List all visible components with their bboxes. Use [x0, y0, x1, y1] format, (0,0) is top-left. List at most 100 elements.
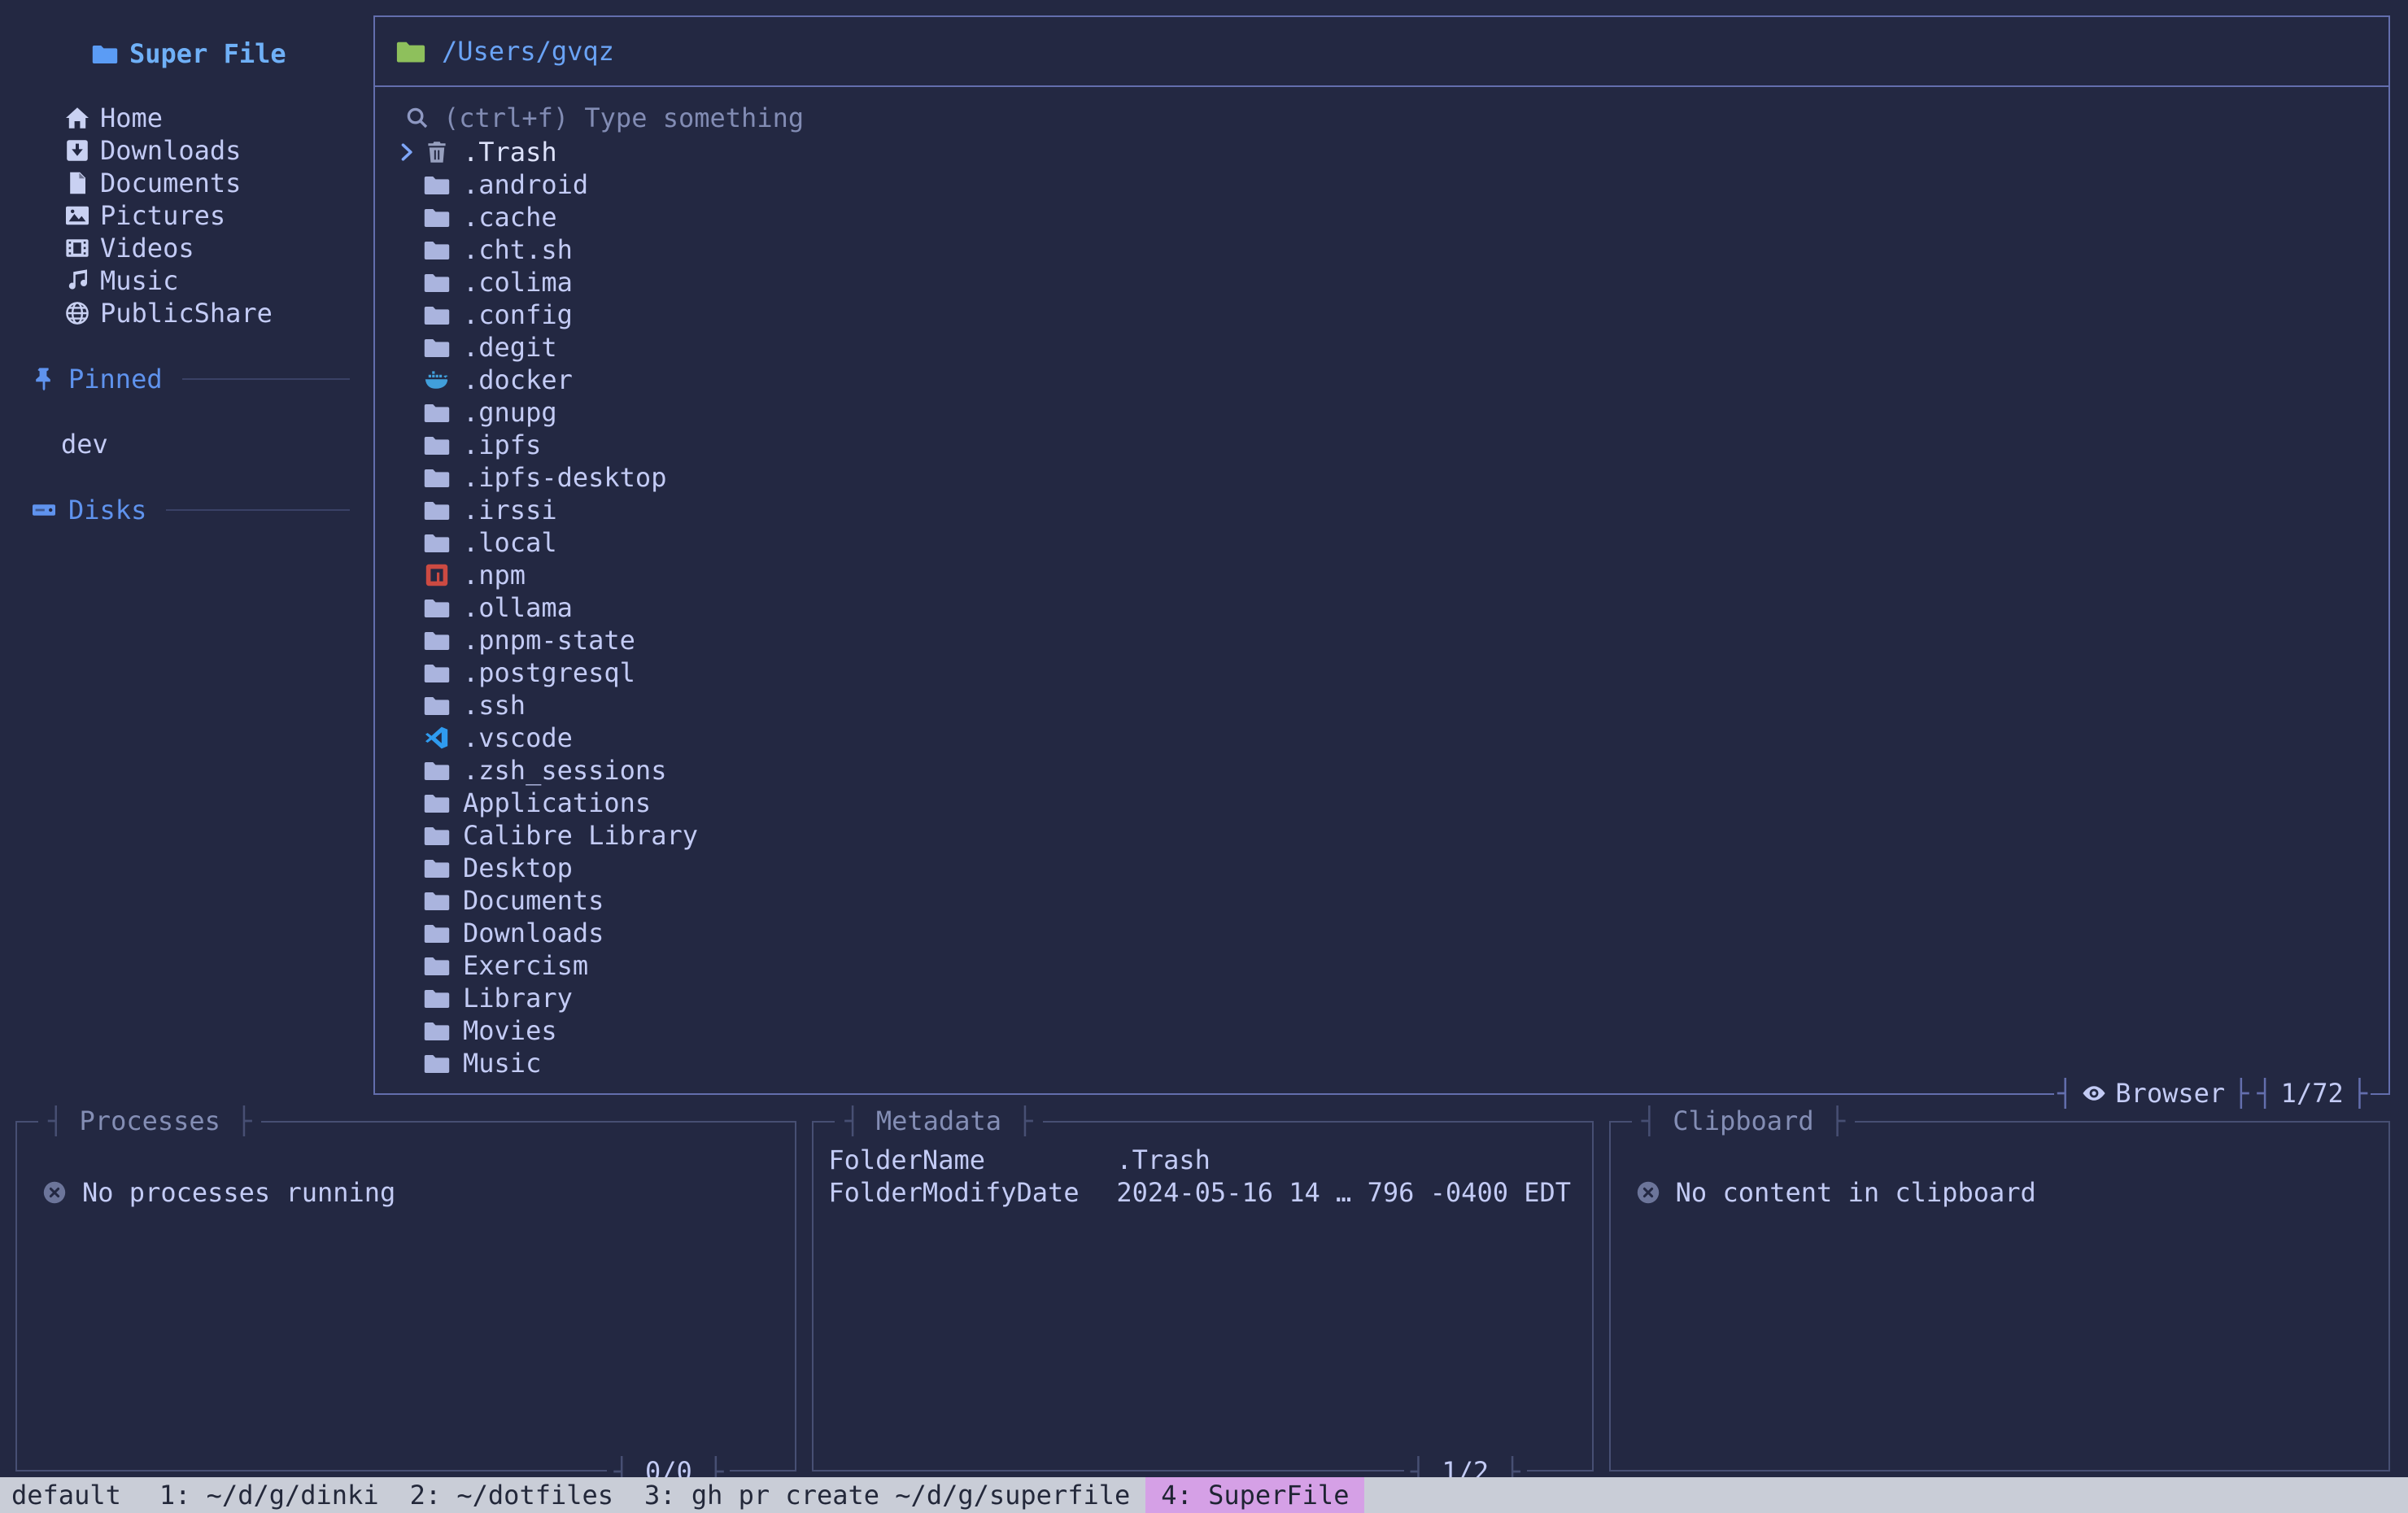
file-name: Library [463, 982, 573, 1014]
folder-icon [424, 920, 450, 946]
file-row-applications[interactable]: Applications [375, 787, 2388, 819]
section-header-disks: Disks [31, 494, 350, 526]
folder-icon [424, 204, 450, 230]
file-row-npm[interactable]: .npm [375, 559, 2388, 591]
circle-x-icon [41, 1179, 68, 1206]
file-name: .ipfs-desktop [463, 461, 666, 494]
file-name: Movies [463, 1014, 557, 1047]
file-name: .ssh [463, 689, 526, 722]
folder-icon [424, 237, 450, 263]
metadata-key: FolderName [828, 1144, 1116, 1176]
folder-icon [424, 985, 450, 1011]
panel-mode-footer: Browser 1/72 [2054, 1075, 2371, 1111]
file-row-local[interactable]: .local [375, 526, 2388, 559]
sidebar-item-home[interactable]: Home [31, 102, 350, 134]
clipboard-title: Clipboard [1632, 1105, 1855, 1137]
npm-icon [424, 562, 450, 588]
sidebar-section-pinned: Pinned dev [31, 363, 350, 460]
tmux-window-1-d-g-dinki[interactable]: 1: ~/d/g/dinki [144, 1477, 395, 1513]
file-row-irssi[interactable]: .irssi [375, 494, 2388, 526]
file-name: Applications [463, 787, 651, 819]
file-row-trash[interactable]: .Trash [375, 136, 2388, 168]
sidebar-item-publicshare[interactable]: PublicShare [31, 297, 350, 329]
file-row-music[interactable]: Music [375, 1047, 2388, 1079]
globe-icon [64, 300, 90, 326]
folder-icon [424, 432, 450, 458]
folder-icon [424, 302, 450, 328]
pinned-item-dev[interactable]: dev [31, 428, 350, 460]
file-row-pnpm-state[interactable]: .pnpm-state [375, 624, 2388, 656]
sidebar-item-documents[interactable]: Documents [31, 167, 350, 199]
file-name: .zsh_sessions [463, 754, 666, 787]
file-row-vscode[interactable]: .vscode [375, 722, 2388, 754]
file-row-movies[interactable]: Movies [375, 1014, 2388, 1047]
picture-icon [64, 203, 90, 229]
folder-icon [424, 595, 450, 621]
file-name: .pnpm-state [463, 624, 635, 656]
file-row-desktop[interactable]: Desktop [375, 852, 2388, 884]
metadata-row: FolderName.Trash [828, 1144, 1575, 1176]
app-title: Super File [31, 37, 350, 70]
file-row-postgresql[interactable]: .postgresql [375, 656, 2388, 689]
file-row-cache[interactable]: .cache [375, 201, 2388, 233]
folder-icon [424, 822, 450, 848]
sidebar-item-videos[interactable]: Videos [31, 232, 350, 264]
file-row-android[interactable]: .android [375, 168, 2388, 201]
file-row-ssh[interactable]: .ssh [375, 689, 2388, 722]
file-row-ollama[interactable]: .ollama [375, 591, 2388, 624]
file-row-colima[interactable]: .colima [375, 266, 2388, 299]
superfile-terminal: Super File HomeDownloadsDocumentsPicture… [0, 0, 2408, 1513]
processes-panel: Processes No processes running 0/0 [15, 1121, 796, 1472]
metadata-value: 2024-05-16 14 … 796 -0400 EDT [1116, 1176, 1575, 1209]
file-name: .vscode [463, 722, 573, 754]
tmux-window-3-gh-pr-create-d-g-superfile[interactable]: 3: gh pr create ~/d/g/superfile [629, 1477, 1145, 1513]
music-icon [64, 268, 90, 294]
file-row-documents[interactable]: Documents [375, 884, 2388, 917]
search-placeholder: (ctrl+f) Type something [443, 102, 804, 134]
sidebar-item-music[interactable]: Music [31, 264, 350, 297]
file-name: .android [463, 168, 588, 201]
section-divider [166, 509, 350, 511]
file-name: .postgresql [463, 656, 635, 689]
file-row-library[interactable]: Library [375, 982, 2388, 1014]
pin-icon [31, 366, 57, 392]
folder-icon [424, 334, 450, 360]
video-icon [64, 235, 90, 261]
sidebar-item-pictures[interactable]: Pictures [31, 199, 350, 232]
trash-icon [424, 139, 450, 165]
app-title-label: Super File [129, 37, 286, 70]
file-name: Documents [463, 884, 604, 917]
sidebar: Super File HomeDownloadsDocumentsPicture… [31, 0, 350, 526]
file-name: .degit [463, 331, 557, 364]
section-label: Pinned [68, 363, 163, 395]
file-row-zsh-sessions[interactable]: .zsh_sessions [375, 754, 2388, 787]
bottom-panels: Processes No processes running 0/0 Metad… [15, 1121, 2390, 1472]
processes-empty-label: No processes running [82, 1176, 395, 1209]
file-row-degit[interactable]: .degit [375, 331, 2388, 364]
file-panel: /Users/gvqz (ctrl+f) Type something .Tra… [373, 15, 2390, 1095]
section-divider [182, 378, 350, 380]
tmux-window-2-dotfiles[interactable]: 2: ~/dotfiles [395, 1477, 629, 1513]
file-name: .ollama [463, 591, 573, 624]
folder-icon [424, 692, 450, 718]
folder-icon [424, 269, 450, 295]
document-icon [64, 170, 90, 196]
file-row-exercism[interactable]: Exercism [375, 949, 2388, 982]
file-row-config[interactable]: .config [375, 299, 2388, 331]
search-input[interactable]: (ctrl+f) Type something [375, 102, 2388, 134]
file-list: .Trash.android.cache.cht.sh.colima.confi… [375, 136, 2388, 1079]
file-row-cht-sh[interactable]: .cht.sh [375, 233, 2388, 266]
file-row-docker[interactable]: .docker [375, 364, 2388, 396]
sidebar-item-downloads[interactable]: Downloads [31, 134, 350, 167]
file-row-downloads[interactable]: Downloads [375, 917, 2388, 949]
panel-mode-label: Browser [2115, 1077, 2225, 1110]
clipboard-empty-label: No content in clipboard [1676, 1176, 2036, 1209]
file-row-ipfs[interactable]: .ipfs [375, 429, 2388, 461]
file-row-calibre-library[interactable]: Calibre Library [375, 819, 2388, 852]
file-row-gnupg[interactable]: .gnupg [375, 396, 2388, 429]
file-name: Exercism [463, 949, 588, 982]
tmux-window-4-superfile[interactable]: 4: SuperFile [1145, 1477, 1364, 1513]
app-folder-icon [92, 41, 118, 67]
file-row-ipfs-desktop[interactable]: .ipfs-desktop [375, 461, 2388, 494]
tmux-session-name: default [11, 1477, 121, 1513]
